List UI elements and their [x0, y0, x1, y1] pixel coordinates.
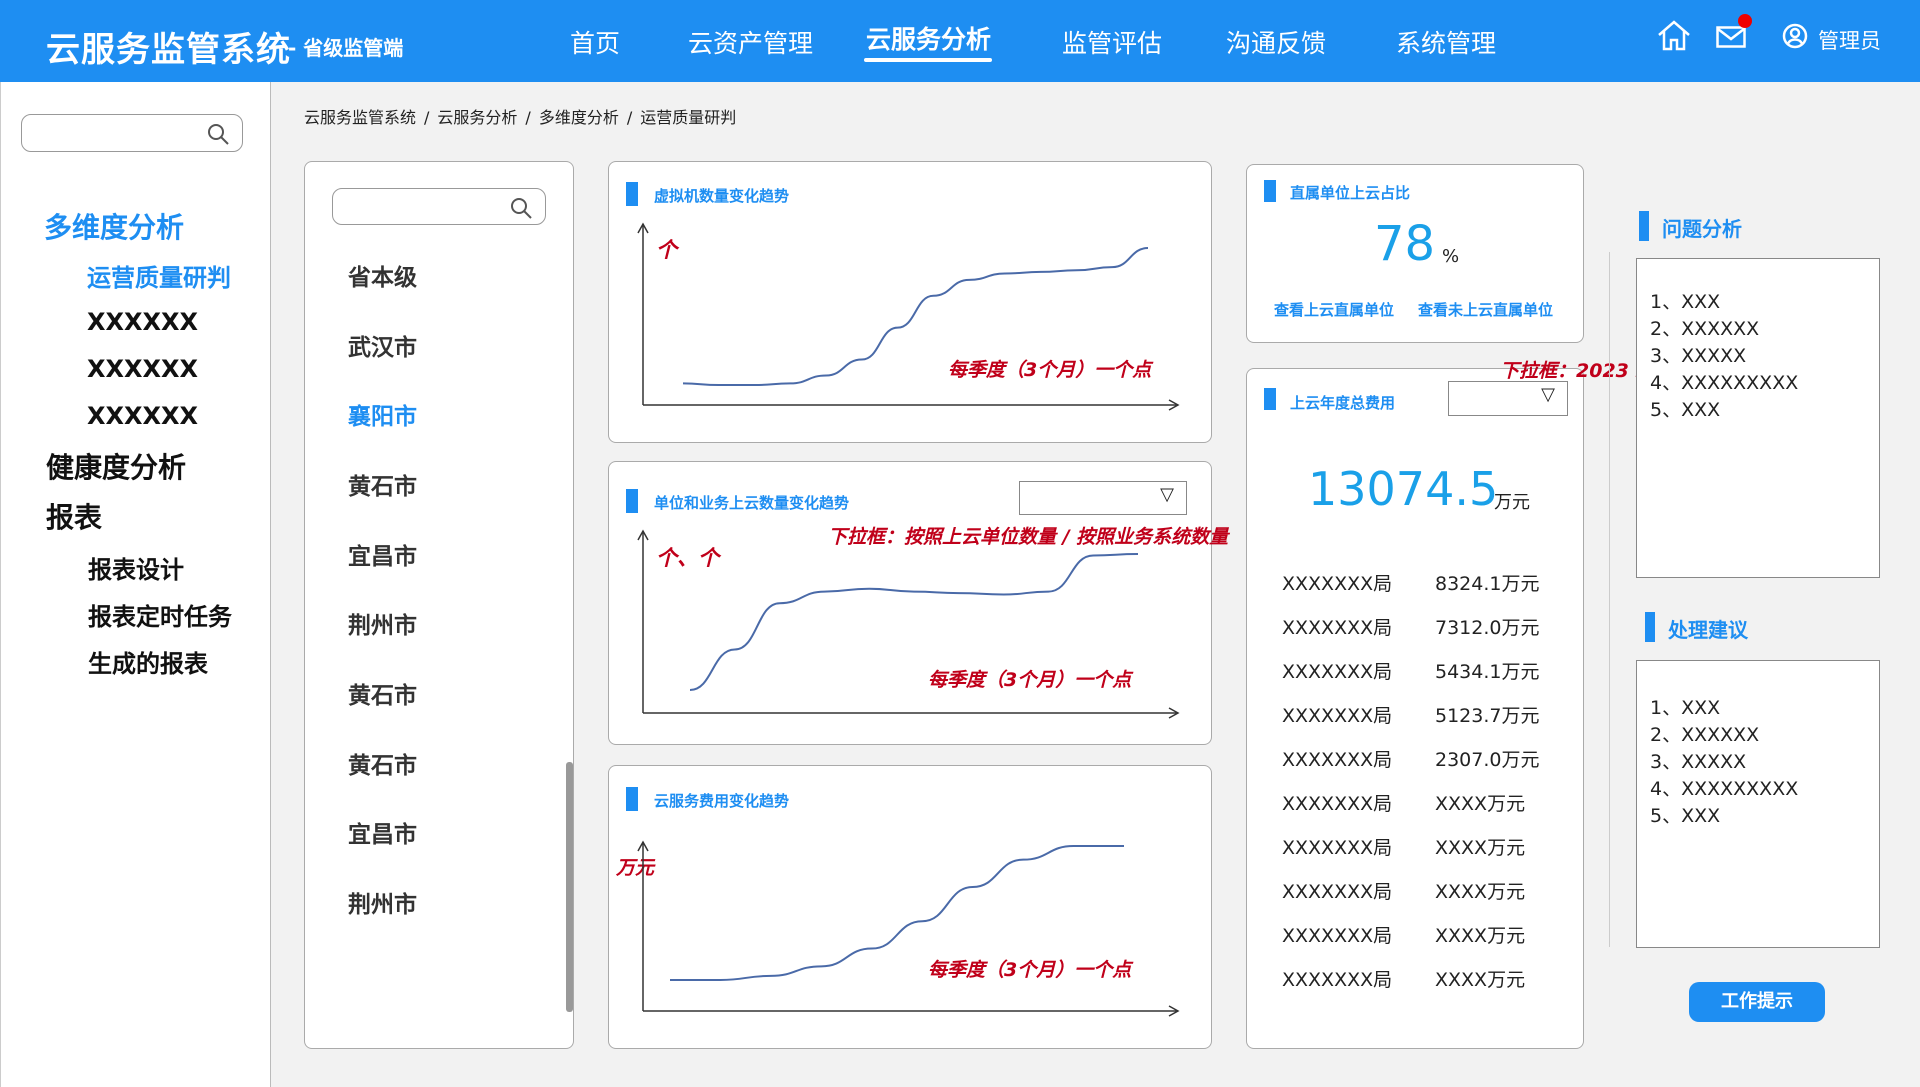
cost-row-value: 7312.0万元 — [1435, 617, 1540, 639]
cost-row-value: XXXX万元 — [1435, 793, 1526, 815]
annual-cost-unit: 万元 — [1494, 492, 1530, 513]
cost-row-value: 8324.1万元 — [1435, 573, 1540, 595]
cost-trend-chart — [637, 840, 1180, 1017]
title-marker — [1639, 211, 1649, 241]
issue-item: 5、XXX — [1650, 399, 1721, 421]
suggestion-item: 2、XXXXXX — [1650, 724, 1760, 746]
annual-cost-total: 13074.5 — [1308, 462, 1499, 516]
suggestions-title: 处理建议 — [1668, 618, 1748, 642]
cost-row-name: XXXXXXX局 — [1282, 573, 1393, 595]
series-line — [670, 845, 1124, 981]
suggestion-item: 1、XXX — [1650, 697, 1721, 719]
view-cloud-units-link[interactable]: 查看上云直属单位 — [1274, 299, 1394, 320]
year-dropdown[interactable]: ▽ — [1448, 381, 1568, 416]
cost-row-name: XXXXXXX局 — [1282, 749, 1393, 771]
title-marker — [1264, 180, 1276, 202]
cost-row-name: XXXXXXX局 — [1282, 705, 1393, 727]
cost-row-name: XXXXXXX局 — [1282, 617, 1393, 639]
cost-row-value: XXXX万元 — [1435, 969, 1526, 991]
cost-row-name: XXXXXXX局 — [1282, 793, 1393, 815]
ratio-value: 78 — [1374, 216, 1436, 272]
ratio-title: 直属单位上云占比 — [1290, 184, 1411, 202]
cost-row-name: XXXXXXX局 — [1282, 661, 1393, 683]
cost-row-name: XXXXXXX局 — [1282, 881, 1393, 903]
suggestion-item: 3、XXXXX — [1650, 751, 1747, 773]
cost-row-value: 5123.7万元 — [1435, 705, 1540, 727]
issue-item: 2、XXXXXX — [1650, 318, 1760, 340]
cost-row-value: XXXX万元 — [1435, 925, 1526, 947]
issues-title: 问题分析 — [1662, 217, 1742, 241]
annual-cost-title: 上云年度总费用 — [1290, 394, 1396, 412]
cost-row-value: 2307.0万元 — [1435, 749, 1540, 771]
title-marker — [1645, 612, 1655, 642]
cost-row-value: XXXX万元 — [1435, 881, 1526, 903]
view-non-cloud-units-link[interactable]: 查看未上云直属单位 — [1418, 299, 1553, 320]
cost-row-value: 5434.1万元 — [1435, 661, 1540, 683]
divider — [1609, 252, 1610, 947]
suggestion-item: 5、XXX — [1650, 805, 1721, 827]
dropdown-arrow-icon: ▽ — [1541, 384, 1555, 405]
work-tips-button[interactable]: 工作提示 — [1689, 982, 1825, 1022]
cost-row-name: XXXXXXX局 — [1282, 969, 1393, 991]
suggestions-box: 1、XXX 2、XXXXXX 3、XXXXX 4、XXXXXXXXX 5、XXX — [1636, 660, 1880, 948]
issue-item: 1、XXX — [1650, 291, 1721, 313]
suggestion-item: 4、XXXXXXXXX — [1650, 778, 1799, 800]
cost-row-name: XXXXXXX局 — [1282, 925, 1393, 947]
cost-row-name: XXXXXXX局 — [1282, 837, 1393, 859]
cost-row-value: XXXX万元 — [1435, 837, 1526, 859]
title-marker — [1264, 388, 1276, 410]
ratio-unit: % — [1442, 246, 1460, 267]
issue-item: 4、XXXXXXXXX — [1650, 372, 1799, 394]
issue-item: 3、XXXXX — [1650, 345, 1747, 367]
issues-box: 1、XXX 2、XXXXXX 3、XXXXX 4、XXXXXXXXX 5、XXX — [1636, 258, 1880, 578]
